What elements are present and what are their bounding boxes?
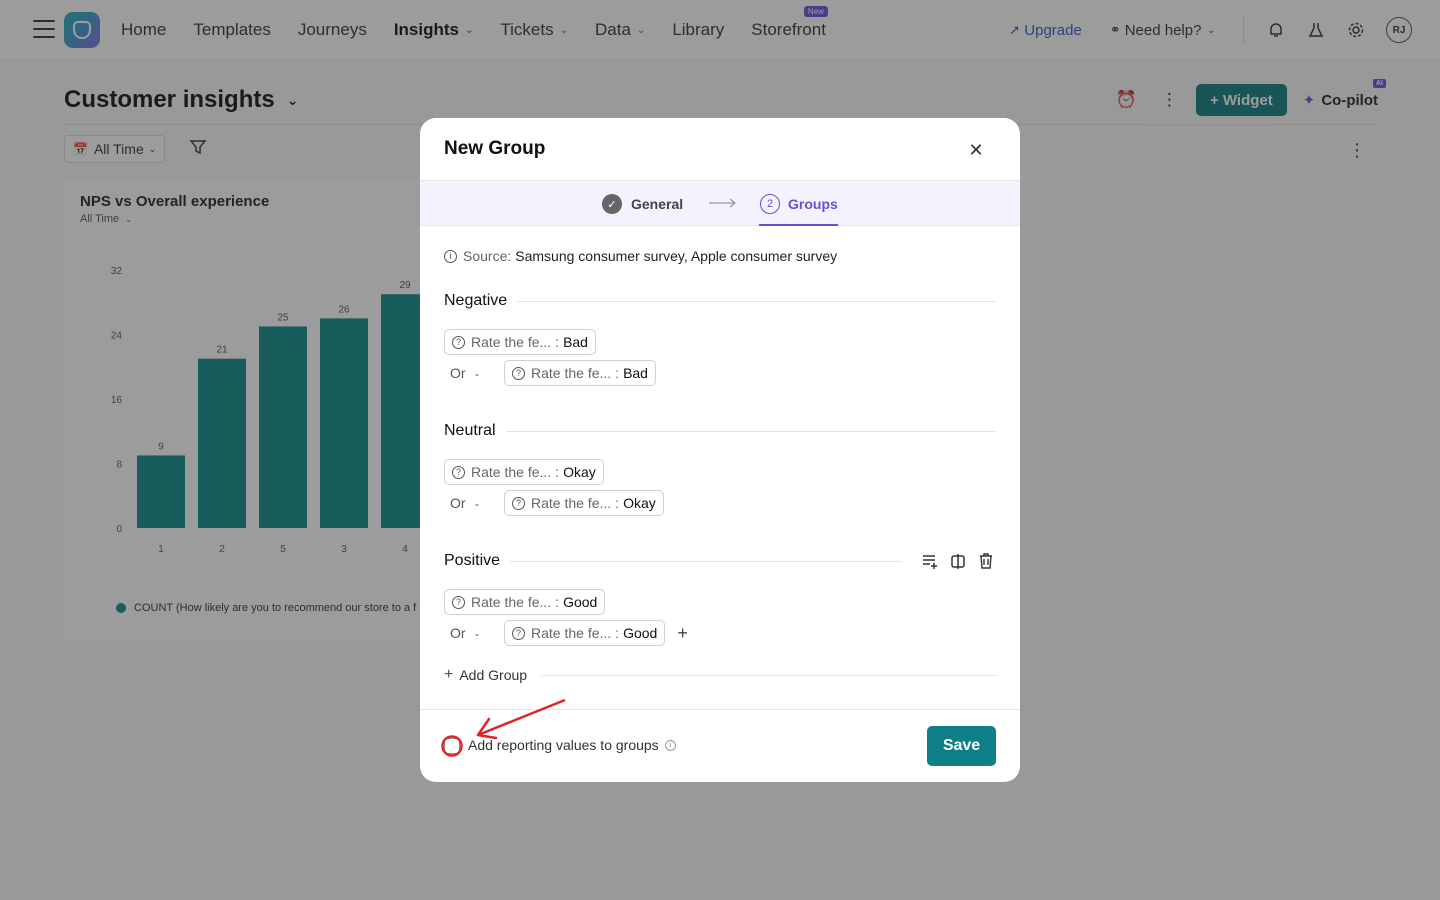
separator: : [615,495,620,511]
group-name[interactable]: Negative [444,292,518,310]
add-group-button[interactable]: + Add Group [444,666,996,684]
info-icon[interactable]: i [664,739,676,751]
divider [510,560,902,562]
stepper: ✓ General 2 Groups [420,180,1020,226]
condition-chip[interactable]: ? Rate the fe... : Okay [444,459,604,485]
group-header: Positive [444,550,996,572]
active-step-indicator [759,224,838,226]
divider [541,674,996,676]
question-icon: ? [452,335,465,349]
close-icon[interactable]: ✕ [966,140,986,160]
reporting-values-checkbox[interactable] [444,738,460,754]
question-icon: ? [512,626,525,640]
info-icon: i [444,249,457,263]
condition-chip[interactable]: ? Rate the fe... : Bad [504,360,656,386]
connector-dropdown[interactable]: Or ⌄ [450,365,504,381]
connector-dropdown[interactable]: Or ⌄ [450,495,504,511]
separator: : [615,365,620,381]
question-icon: ? [452,465,465,479]
chevron-down-icon: ⌄ [473,498,481,508]
divider [505,430,996,432]
add-condition-plus-icon[interactable]: + [677,623,688,644]
condition-row: Or ⌄? Rate the fe... : Good + [444,620,996,646]
condition-chip[interactable]: ? Rate the fe... : Good [444,589,606,615]
condition-row: ? Rate the fe... : Okay [444,459,996,485]
step-number: 2 [760,194,780,214]
step-general[interactable]: ✓ General [602,181,683,227]
divider [517,300,996,302]
condition-row: Or ⌄? Rate the fe... : Bad [444,360,996,386]
group-negative: Negative? Rate the fe... : Bad Or ⌄? Rate the… [444,290,996,386]
group-positive: Positive? Rate the fe... : Good Or ⌄? Rate th… [444,550,996,646]
group-tools [912,551,996,571]
separator: : [615,625,620,641]
condition-row: Or ⌄? Rate the fe... : Okay [444,490,996,516]
condition-row: ? Rate the fe... : Bad [444,329,996,355]
footer-divider [420,709,1020,710]
arrow-right-icon [709,198,737,208]
modal-title: New Group [444,138,546,159]
chevron-down-icon: ⌄ [473,368,481,378]
separator: : [555,464,560,480]
condition-row: ? Rate the fe... : Good [444,589,996,615]
group-header: Neutral [444,420,996,442]
trash-icon[interactable] [976,551,996,571]
save-button[interactable]: Save [927,726,996,766]
group-name[interactable]: Positive [444,552,511,570]
connector-dropdown[interactable]: Or ⌄ [450,625,504,641]
separator: : [555,334,560,350]
separator: : [555,594,560,610]
add-condition-icon[interactable] [920,551,940,571]
question-icon: ? [512,496,525,510]
source-line: i Source: Samsung consumer survey, Apple… [444,248,837,264]
step-groups[interactable]: 2 Groups [760,181,838,227]
checkbox-label: Add reporting values to groups i [468,737,676,753]
condition-chip[interactable]: ? Rate the fe... : Okay [504,490,664,516]
condition-chip[interactable]: ? Rate the fe... : Good [504,620,666,646]
plus-icon: + [444,666,454,683]
new-group-modal: New Group ✕ ✓ General 2 Groups i Source:… [420,118,1020,782]
check-icon: ✓ [602,194,622,214]
duplicate-icon[interactable] [948,551,968,571]
condition-chip[interactable]: ? Rate the fe... : Bad [444,329,596,355]
group-name[interactable]: Neutral [444,422,506,440]
question-icon: ? [512,366,525,380]
question-icon: ? [452,595,465,609]
group-header: Negative [444,290,996,312]
chevron-down-icon: ⌄ [473,628,481,638]
group-neutral: Neutral? Rate the fe... : Okay Or ⌄? Rate the… [444,420,996,516]
